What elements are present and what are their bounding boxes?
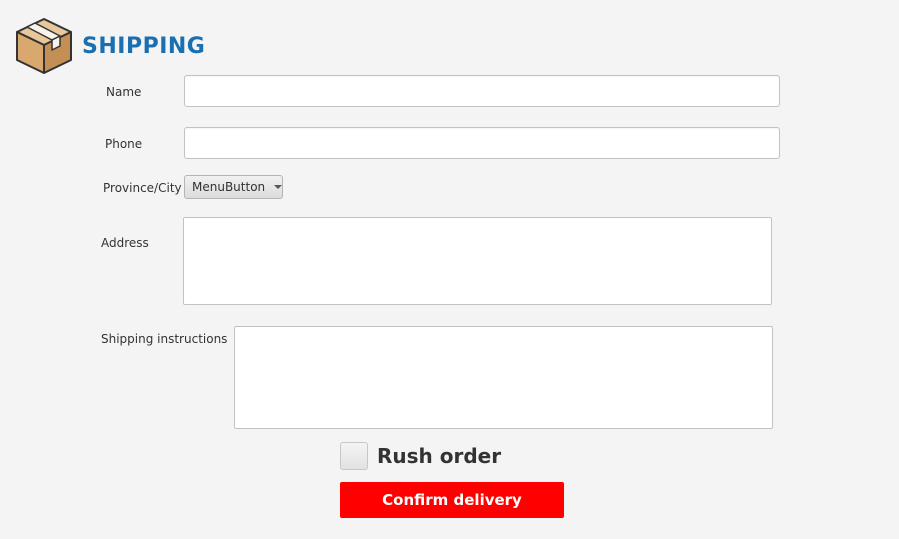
phone-input[interactable] [184,127,780,159]
name-label: Name [106,85,142,99]
chevron-down-icon [274,185,283,189]
name-input[interactable] [184,75,780,107]
package-box-icon [13,14,75,76]
shipping-instructions-textarea[interactable] [234,326,773,429]
phone-label: Phone [105,137,143,151]
page-title: SHIPPING [82,34,206,59]
rush-order-checkbox[interactable] [340,442,368,470]
address-textarea[interactable] [183,217,772,305]
rush-order-label[interactable]: Rush order [377,444,501,468]
address-label: Address [101,236,149,250]
menu-button-label: MenuButton [192,180,266,194]
confirm-delivery-button[interactable]: Confirm delivery [340,482,564,518]
province-city-label: Province/City [103,181,182,195]
shipping-instructions-label: Shipping instructions [101,332,228,346]
province-city-menu-button[interactable]: MenuButton [184,175,283,199]
